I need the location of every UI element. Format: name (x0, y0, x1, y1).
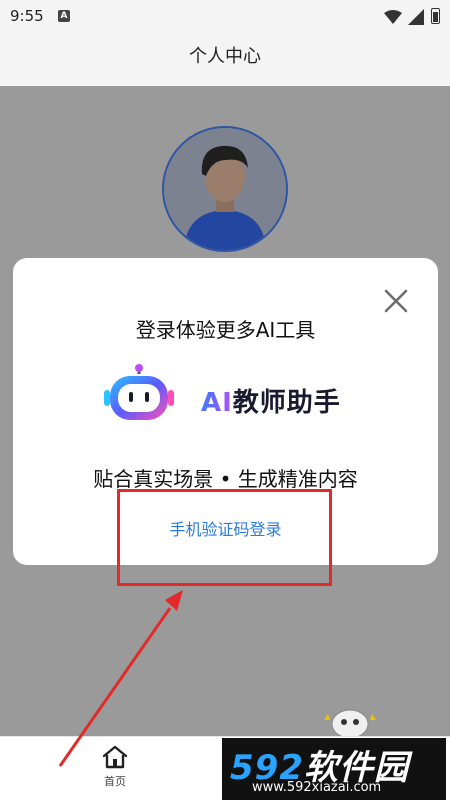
home-icon (102, 745, 128, 769)
watermark: 592软件园 www.592xiazai.com (222, 738, 446, 800)
brand-name: AI教师助手 (201, 388, 341, 418)
status-time: 9:55 (10, 7, 44, 25)
dialog-slogan: 贴合真实场景 • 生成精准内容 (93, 467, 358, 491)
robot-mascot-icon (324, 709, 376, 738)
battery-icon (431, 8, 440, 24)
wifi-icon (384, 10, 402, 24)
status-bar: 9:55 A (0, 0, 450, 34)
user-avatar-icon (164, 128, 286, 250)
nav-item-home[interactable]: 首页 (80, 741, 150, 797)
dialog-title: 登录体验更多AI工具 (135, 318, 316, 342)
page-title: 个人中心 (189, 46, 261, 67)
notification-icon: A (58, 10, 70, 22)
robot-logo-icon (104, 364, 174, 420)
highlight-box (117, 489, 332, 586)
watermark-url: www.592xiazai.com (252, 780, 382, 795)
close-icon[interactable] (381, 286, 411, 316)
avatar[interactable] (162, 126, 288, 252)
header: 个人中心 (0, 34, 450, 86)
signal-icon (408, 9, 424, 25)
nav-home-label: 首页 (104, 775, 126, 788)
